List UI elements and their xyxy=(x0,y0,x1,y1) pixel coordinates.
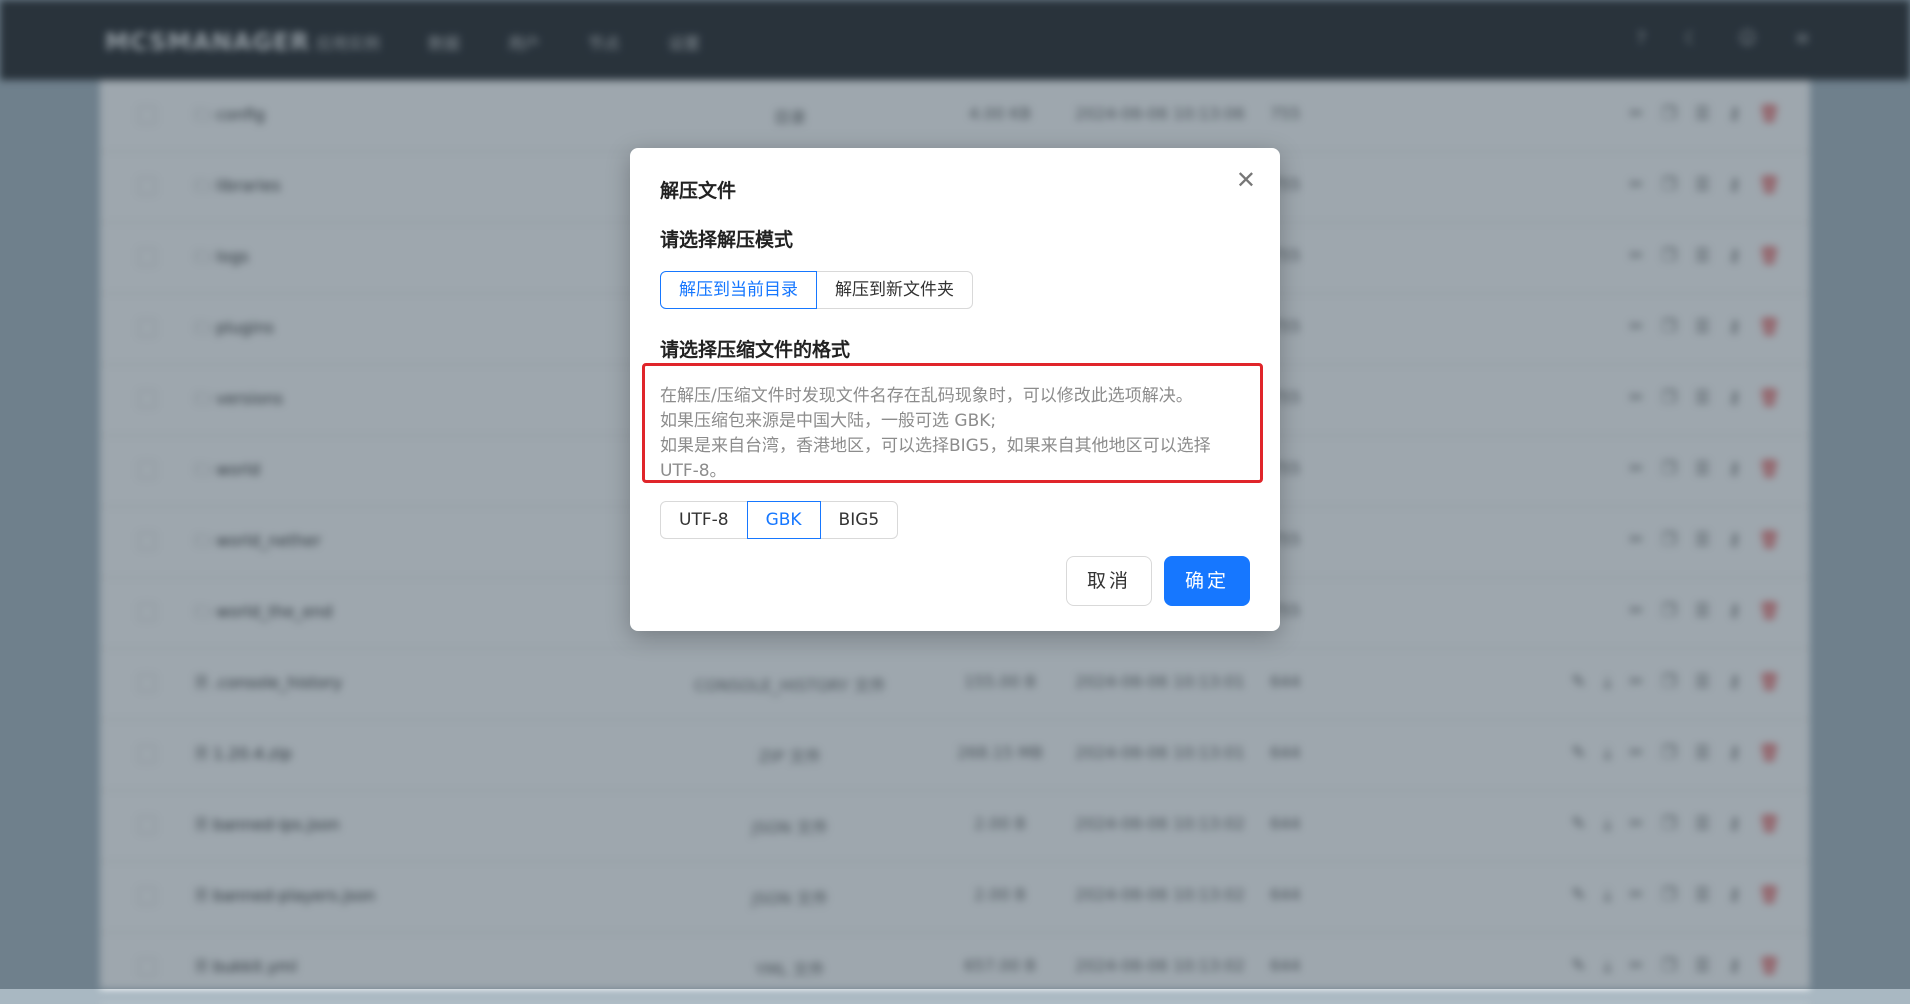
mode-option-current-dir[interactable]: 解压到当前目录 xyxy=(660,271,817,309)
confirm-button[interactable]: 确定 xyxy=(1163,556,1250,606)
format-label: 请选择压缩文件的格式 xyxy=(660,339,851,361)
mode-selector: 解压到当前目录 解压到新文件夹 xyxy=(660,271,973,309)
encoding-hint: 在解压/压缩文件时发现文件名存在乱码现象时，可以修改此选项解决。 如果压缩包来源… xyxy=(642,363,1263,483)
unzip-dialog: 解压文件 ✕ 请选择解压模式 解压到当前目录 解压到新文件夹 请选择压缩文件的格… xyxy=(630,148,1280,631)
mode-label: 请选择解压模式 xyxy=(660,229,794,251)
format-selector: UTF-8 GBK BIG5 xyxy=(660,501,899,539)
mode-option-new-folder[interactable]: 解压到新文件夹 xyxy=(816,271,973,309)
format-option-gbk[interactable]: GBK xyxy=(746,501,821,539)
hint-line: 如果是来自台湾，香港地区，可以选择BIG5，如果来自其他地区可以选择 xyxy=(660,436,1211,456)
close-icon[interactable]: ✕ xyxy=(1236,168,1256,192)
hint-line: 如果压缩包来源是中国大陆，一般可选 GBK; xyxy=(660,411,997,431)
dialog-title: 解压文件 xyxy=(660,180,737,202)
hint-line: UTF-8。 xyxy=(660,461,727,481)
dialog-footer: 取消 确定 xyxy=(1065,556,1250,606)
hint-line: 在解压/压缩文件时发现文件名存在乱码现象时，可以修改此选项解决。 xyxy=(660,386,1193,406)
format-option-utf8[interactable]: UTF-8 xyxy=(660,501,748,539)
format-option-big5[interactable]: BIG5 xyxy=(819,501,899,539)
cancel-button[interactable]: 取消 xyxy=(1065,556,1152,606)
